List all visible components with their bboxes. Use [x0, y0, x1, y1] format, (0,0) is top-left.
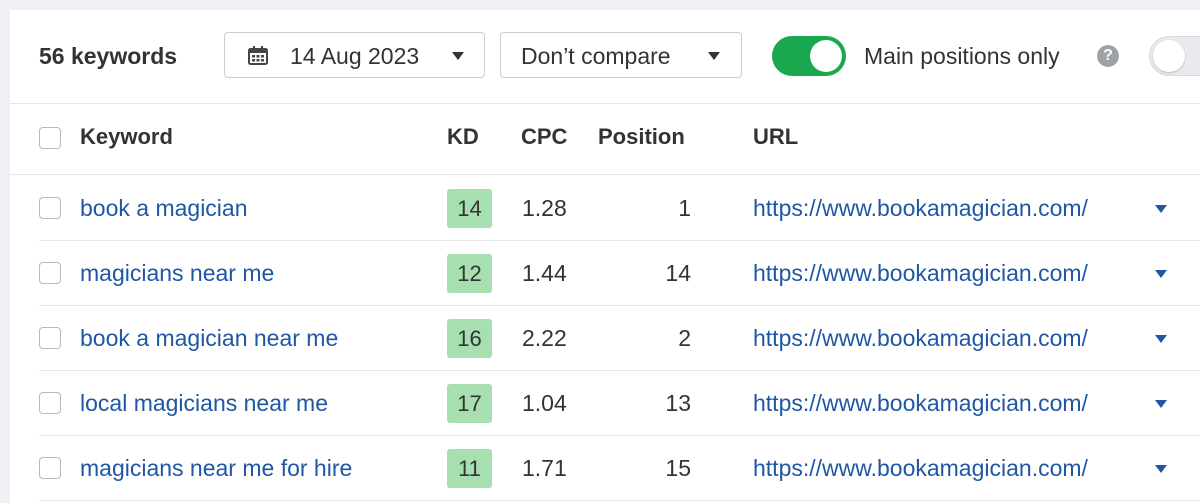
row-checkbox[interactable]: [39, 197, 61, 219]
date-label: 14 Aug 2023: [290, 43, 420, 69]
caret-down-icon[interactable]: [1155, 205, 1167, 213]
header-cpc[interactable]: CPC: [521, 124, 567, 150]
caret-down-icon[interactable]: [1155, 400, 1167, 408]
position-value: 1: [678, 195, 691, 221]
table-header: Keyword KD CPC Position URL: [10, 103, 1200, 175]
cpc-value: 1.28: [522, 195, 567, 221]
toggle-knob: [1153, 40, 1185, 72]
header-position[interactable]: Position: [598, 124, 685, 150]
kd-badge: 17: [447, 384, 492, 423]
header-kd[interactable]: KD: [447, 124, 479, 150]
toolbar: 56 keywords 14 Aug 2023 Don’t compare Ma…: [10, 10, 1200, 104]
table-row: book a magician near me 16 2.22 2 https:…: [39, 305, 1200, 371]
row-checkbox[interactable]: [39, 392, 61, 414]
cpc-value: 1.71: [522, 455, 567, 481]
kd-badge: 16: [447, 319, 492, 358]
main-positions-label: Main positions only: [864, 43, 1060, 69]
header-url[interactable]: URL: [753, 124, 798, 150]
chevron-down-icon: [452, 52, 464, 60]
kd-badge: 12: [447, 254, 492, 293]
help-icon[interactable]: ?: [1097, 45, 1119, 67]
cpc-value: 2.22: [522, 325, 567, 351]
calendar-icon: [248, 46, 268, 65]
cpc-value: 1.04: [522, 390, 567, 416]
kd-badge: 14: [447, 189, 492, 228]
row-checkbox[interactable]: [39, 327, 61, 349]
url-link[interactable]: https://www.bookamagician.com/: [753, 455, 1088, 482]
position-value: 2: [678, 325, 691, 351]
caret-down-icon[interactable]: [1155, 465, 1167, 473]
keyword-link[interactable]: book a magician near me: [80, 325, 338, 352]
table-row: magicians near me 12 1.44 14 https://www…: [39, 240, 1200, 306]
url-link[interactable]: https://www.bookamagician.com/: [753, 195, 1088, 222]
caret-down-icon[interactable]: [1155, 335, 1167, 343]
cpc-value: 1.44: [522, 260, 567, 286]
secondary-toggle[interactable]: [1149, 36, 1200, 76]
keyword-count: 56 keywords: [39, 43, 178, 69]
keyword-link[interactable]: local magicians near me: [80, 390, 328, 417]
url-link[interactable]: https://www.bookamagician.com/: [753, 390, 1088, 417]
table-row: local magicians near me 17 1.04 13 https…: [39, 370, 1200, 436]
row-checkbox[interactable]: [39, 262, 61, 284]
chevron-down-icon: [708, 52, 720, 60]
main-positions-toggle[interactable]: [772, 36, 846, 76]
position-value: 15: [665, 455, 691, 481]
table-row: book a magician 14 1.28 1 https://www.bo…: [39, 175, 1200, 241]
position-value: 13: [665, 390, 691, 416]
compare-dropdown[interactable]: Don’t compare: [500, 32, 742, 78]
kd-badge: 11: [447, 449, 492, 488]
keyword-link[interactable]: magicians near me: [80, 260, 274, 287]
header-keyword[interactable]: Keyword: [80, 124, 173, 150]
table-row: magicians near me for hire 11 1.71 15 ht…: [39, 435, 1200, 501]
compare-label: Don’t compare: [521, 43, 671, 69]
position-value: 14: [665, 260, 691, 286]
row-checkbox[interactable]: [39, 457, 61, 479]
keyword-link[interactable]: magicians near me for hire: [80, 455, 352, 482]
caret-down-icon[interactable]: [1155, 270, 1167, 278]
keywords-panel: 56 keywords 14 Aug 2023 Don’t compare Ma…: [10, 10, 1200, 503]
select-all-checkbox[interactable]: [39, 127, 61, 149]
url-link[interactable]: https://www.bookamagician.com/: [753, 260, 1088, 287]
keyword-link[interactable]: book a magician: [80, 195, 248, 222]
toggle-knob: [810, 40, 842, 72]
date-dropdown[interactable]: 14 Aug 2023: [224, 32, 485, 78]
url-link[interactable]: https://www.bookamagician.com/: [753, 325, 1088, 352]
